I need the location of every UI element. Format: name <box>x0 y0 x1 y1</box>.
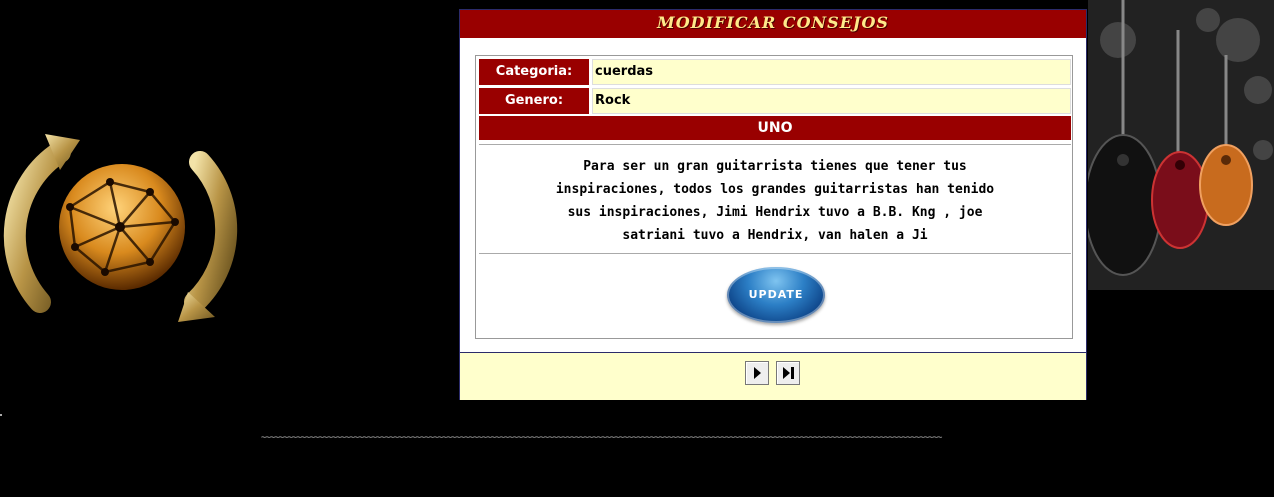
footer-divider: ~~~~~~~~~~~~~~~~~~~~~~~~~~~~~~~~~~~~~~~~… <box>261 433 942 443</box>
update-cell: UPDATE <box>479 258 1071 336</box>
update-button[interactable]: UPDATE <box>727 267 825 323</box>
modificar-consejos-panel: Modificar Consejos Categoria: cuerdas Ge… <box>459 9 1087 400</box>
record-navigation <box>460 352 1086 400</box>
skip-last-icon <box>783 367 794 379</box>
panel-title: Modificar Consejos <box>460 10 1086 38</box>
categoria-field[interactable]: cuerdas <box>592 59 1071 85</box>
genero-field[interactable]: Rock <box>592 88 1071 114</box>
genero-label: Genero: <box>479 88 589 114</box>
play-next-icon <box>754 367 761 379</box>
guitars-image <box>1088 0 1274 290</box>
globe-arrows-logo <box>3 134 238 322</box>
consejo-text[interactable]: Para ser un gran guitarrista tienes que … <box>479 144 1071 254</box>
next-record-button[interactable] <box>745 361 769 385</box>
consejo-form: Categoria: cuerdas Genero: Rock UNO Para… <box>475 55 1073 339</box>
categoria-row: Categoria: cuerdas <box>479 59 1071 85</box>
stray-dot <box>0 414 2 416</box>
last-record-button[interactable] <box>776 361 800 385</box>
consejo-heading: UNO <box>479 116 1071 140</box>
genero-row: Genero: Rock <box>479 88 1071 114</box>
categoria-label: Categoria: <box>479 59 589 85</box>
